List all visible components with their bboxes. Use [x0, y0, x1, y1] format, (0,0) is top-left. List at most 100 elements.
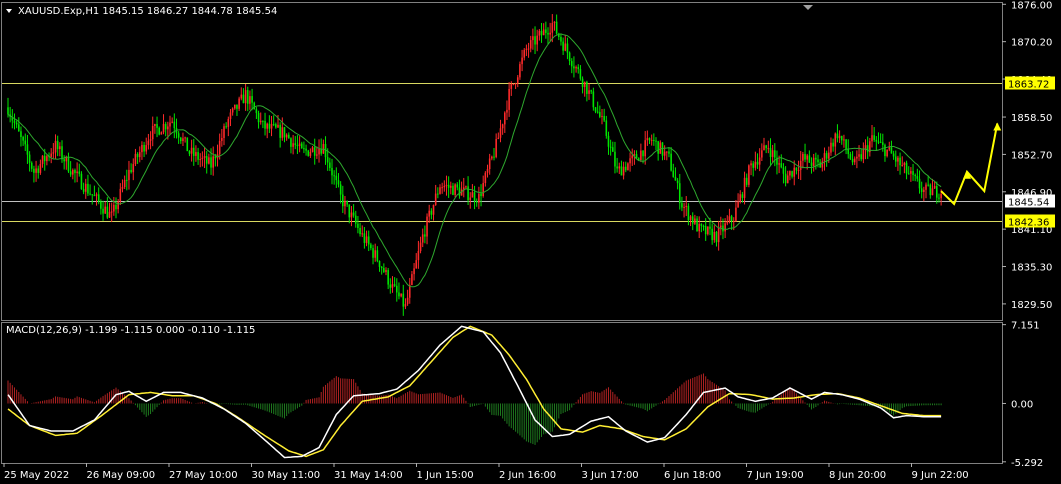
candle-body — [91, 194, 94, 196]
candle-body — [894, 156, 897, 162]
candle-body — [929, 184, 932, 196]
candle-body — [590, 90, 592, 92]
candle-body — [910, 171, 912, 174]
candle-body — [882, 142, 884, 145]
candle-body — [804, 153, 806, 160]
candle-body — [631, 155, 634, 159]
candle-body — [285, 134, 288, 138]
candle-body — [303, 148, 305, 150]
candle-body — [372, 248, 374, 258]
candle-body — [404, 303, 407, 307]
candle-body — [454, 184, 456, 195]
macd-tick-label: 7.151 — [1011, 321, 1040, 332]
candle-body — [493, 156, 495, 158]
candle-body — [797, 169, 800, 171]
time-tick-label: 9 Jun 22:00 — [912, 470, 969, 481]
candle-body — [728, 216, 731, 222]
candle-body — [462, 187, 465, 190]
candle-body — [551, 22, 554, 33]
candle-body — [592, 91, 595, 108]
candle-body — [624, 166, 627, 171]
candle-body — [478, 193, 480, 203]
candle-body — [564, 43, 567, 51]
candle-body — [739, 194, 742, 202]
candle-body — [363, 233, 366, 243]
candle-body — [389, 284, 392, 288]
candle-body — [24, 140, 27, 145]
candle-body — [290, 138, 292, 147]
candle-body — [214, 156, 217, 159]
candle-body — [352, 212, 355, 216]
candle-body — [720, 225, 722, 228]
candle-body — [469, 197, 472, 201]
candle-body — [519, 64, 521, 78]
candle-body — [892, 153, 895, 157]
trading-chart[interactable]: XAUUSD.Exp,H1 1845.15 1846.27 1844.78 18… — [0, 0, 1061, 484]
candle-body — [437, 193, 439, 195]
candle-body — [167, 126, 169, 130]
candle-body — [821, 161, 824, 168]
candle-body — [316, 154, 318, 156]
candle-body — [402, 293, 405, 307]
candle-body — [398, 292, 400, 297]
candle-body — [499, 128, 502, 138]
candle-body — [359, 227, 361, 235]
candle-body — [871, 135, 873, 142]
candle-body — [566, 43, 569, 53]
candle-body — [905, 162, 908, 174]
candle-body — [726, 221, 729, 224]
candle-body — [605, 120, 608, 136]
candle-body — [115, 204, 117, 210]
candle-body — [838, 135, 841, 139]
candle-body — [335, 175, 338, 181]
candle-body — [586, 81, 588, 94]
candle-body — [234, 104, 236, 109]
candle-body — [761, 150, 763, 158]
candle-body — [484, 172, 487, 184]
candle-body — [288, 134, 290, 139]
candle-body — [560, 36, 562, 42]
time-tick-label: 30 May 11:00 — [252, 470, 321, 481]
candle-body — [296, 145, 299, 147]
candle-body — [553, 21, 556, 23]
candle-body — [52, 152, 55, 154]
candle-body — [802, 153, 804, 161]
candle-body — [711, 228, 713, 241]
candle-body — [257, 113, 260, 123]
candle-body — [471, 192, 474, 198]
candle-body — [311, 147, 314, 152]
candle-body — [709, 226, 711, 229]
candle-body — [676, 180, 679, 184]
candle-body — [791, 171, 793, 177]
candle-body — [249, 96, 251, 104]
shift-marker-icon[interactable] — [803, 5, 813, 10]
candle-body — [512, 83, 515, 85]
candle-body — [63, 159, 65, 162]
candle-body — [657, 141, 659, 154]
candle-body — [771, 150, 774, 157]
candle-body — [901, 165, 904, 167]
time-tick-label: 26 May 09:00 — [87, 470, 156, 481]
candle-body — [888, 147, 891, 150]
candle-body — [536, 35, 538, 45]
candle-body — [89, 193, 91, 195]
candle-body — [817, 159, 819, 163]
candle-body — [78, 171, 81, 174]
candle-body — [238, 98, 240, 109]
candle-body — [745, 177, 748, 185]
candle-body — [661, 142, 664, 156]
candle-body — [916, 176, 919, 179]
candle-body — [732, 220, 735, 222]
candle-body — [354, 215, 357, 224]
candle-body — [599, 112, 601, 117]
candle-body — [69, 171, 72, 175]
candle-body — [365, 236, 368, 243]
candle-body — [465, 186, 467, 188]
candle-body — [834, 133, 837, 147]
candle-body — [279, 124, 281, 138]
candle-body — [672, 170, 675, 177]
candle-body — [262, 120, 264, 122]
menu-triangle-icon[interactable] — [6, 9, 12, 13]
candle-body — [577, 67, 580, 70]
candle-body — [687, 205, 690, 221]
